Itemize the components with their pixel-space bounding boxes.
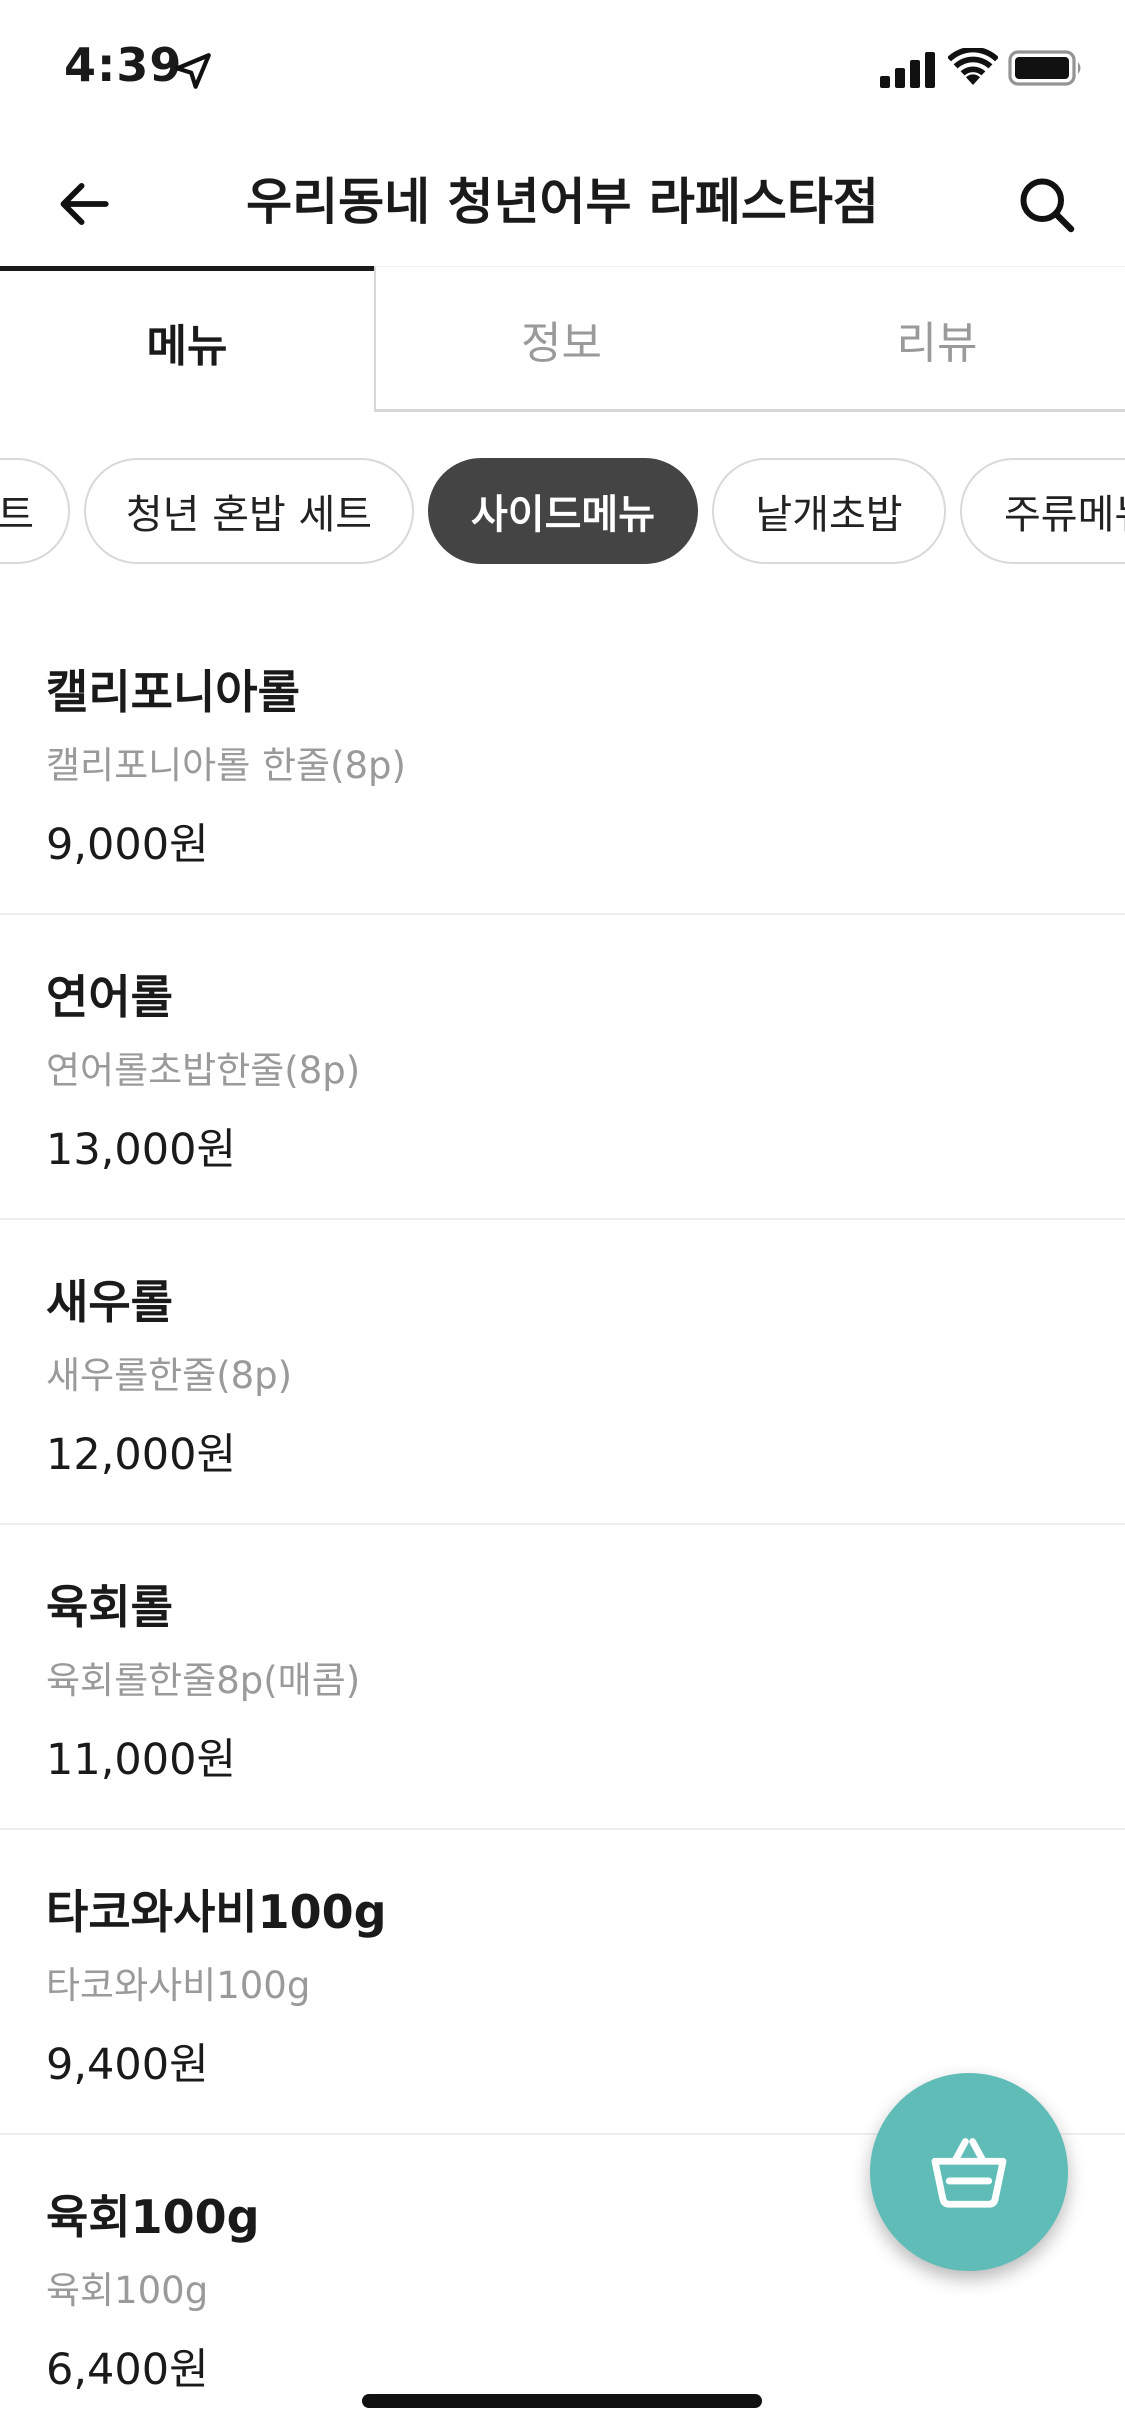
menu-item-price: 9,400원 (46, 2040, 209, 2090)
tab-review[interactable]: 리뷰 (749, 266, 1125, 412)
menu-item-description: 육회100g (46, 2269, 209, 2312)
cart-button[interactable] (870, 2073, 1068, 2271)
menu-item-description: 육회롤한줄8p(매콤) (46, 1659, 361, 1702)
page-title: 우리동네 청년어부 라페스타점 (246, 173, 879, 231)
menu-item-price: 6,400원 (46, 2345, 209, 2395)
category-chip-label: 트 (0, 492, 34, 538)
category-chip-side-menu[interactable]: 사이드메뉴 (428, 458, 698, 564)
menu-item-name: 타코와사비100g (46, 1885, 387, 1939)
menu-item-description: 타코와사비100g (46, 1964, 311, 2007)
location-arrow-icon (175, 53, 211, 89)
tab-info[interactable]: 정보 (374, 266, 749, 412)
category-chips: 트 청년 혼밥 세트 사이드메뉴 낱개초밥 주류메뉴 (0, 458, 1125, 566)
category-chip-label: 주류메뉴 (1004, 492, 1125, 538)
shopping-basket-icon (931, 2138, 1007, 2208)
menu-item-description: 새우롤한줄(8p) (46, 1354, 293, 1397)
menu-item-price: 13,000원 (46, 1125, 237, 1175)
menu-item-name: 새우롤 (46, 1275, 173, 1329)
category-chip-label: 낱개초밥 (755, 492, 903, 538)
wifi-icon (948, 48, 998, 85)
menu-item[interactable]: 육회롤 육회롤한줄8p(매콤) 11,000원 (0, 1525, 1125, 1830)
category-chip-solo-set[interactable]: 청년 혼밥 세트 (84, 458, 414, 564)
category-chip-label: 청년 혼밥 세트 (125, 492, 373, 538)
category-chip-drinks[interactable]: 주류메뉴 (960, 458, 1125, 564)
screen: 4:39 우리동네 청년어부 라페스타점 메뉴 정보 리뷰 트 청년 혼밥 세트… (0, 0, 1125, 2436)
category-chip-label: 사이드메뉴 (471, 492, 655, 538)
search-button[interactable] (1006, 164, 1086, 244)
menu-item-name: 연어롤 (46, 970, 173, 1024)
menu-item-name: 육회롤 (46, 1580, 173, 1634)
status-bar: 4:39 (0, 0, 1125, 140)
menu-item-description: 캘리포니아롤 한줄(8p) (46, 744, 406, 787)
header: 우리동네 청년어부 라페스타점 (0, 140, 1125, 268)
menu-item[interactable]: 연어롤 연어롤초밥한줄(8p) 13,000원 (0, 915, 1125, 1220)
search-icon (1020, 178, 1075, 233)
menu-item[interactable]: 캘리포니아롤 캘리포니아롤 한줄(8p) 9,000원 (0, 610, 1125, 915)
cellular-signal-icon (880, 52, 935, 88)
menu-item-price: 11,000원 (46, 1735, 237, 1785)
menu-item-price: 9,000원 (46, 820, 209, 870)
menu-item-description: 연어롤초밥한줄(8p) (46, 1049, 361, 1092)
category-chip-single-sushi[interactable]: 낱개초밥 (712, 458, 946, 564)
status-time: 4:39 (64, 38, 183, 92)
category-chip-set[interactable]: 트 (0, 458, 70, 564)
menu-item-price: 12,000원 (46, 1430, 237, 1480)
menu-item-name: 육회100g (46, 2190, 260, 2244)
tab-menu[interactable]: 메뉴 (0, 266, 374, 412)
tab-bar: 메뉴 정보 리뷰 (0, 266, 1125, 412)
back-arrow-icon (60, 182, 109, 226)
back-button[interactable] (44, 164, 124, 244)
battery-icon (1008, 50, 1081, 86)
home-indicator (362, 2394, 762, 2408)
menu-item-name: 캘리포니아롤 (46, 665, 300, 719)
menu-item[interactable]: 새우롤 새우롤한줄(8p) 12,000원 (0, 1220, 1125, 1525)
